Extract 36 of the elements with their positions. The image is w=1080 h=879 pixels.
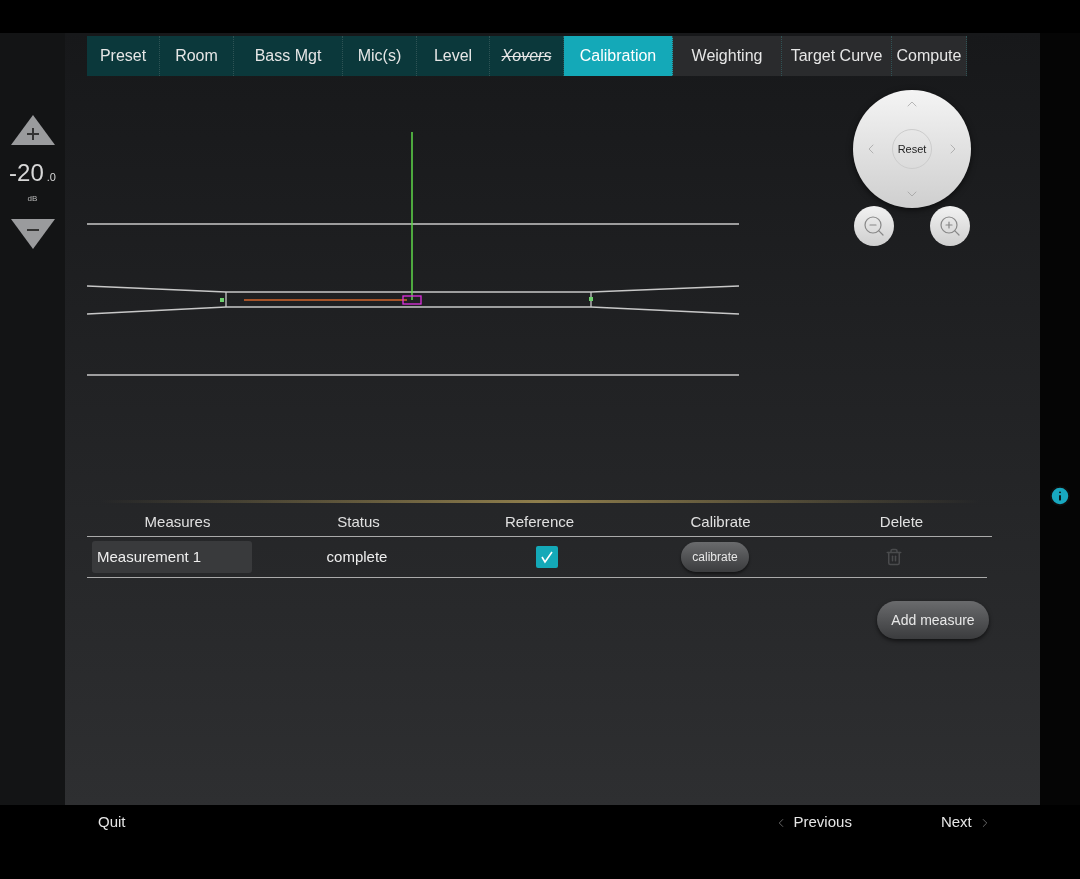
- measure-name-field[interactable]: Measurement 1: [92, 541, 252, 573]
- column-header: Delete: [878, 512, 925, 533]
- decrease-button[interactable]: [10, 219, 55, 251]
- zoom-out-icon: [862, 214, 886, 238]
- tab[interactable]: Level: [417, 36, 490, 76]
- tab[interactable]: Room: [160, 36, 234, 76]
- minus-triangle-icon: [10, 219, 55, 251]
- level-decimal: .0: [46, 169, 56, 185]
- zoom-in-button[interactable]: [930, 206, 970, 246]
- column-header: Reference: [503, 512, 576, 533]
- add-measure-button[interactable]: Add measure: [877, 601, 989, 639]
- tab[interactable]: Compute: [892, 36, 967, 76]
- delete-icon[interactable]: [885, 547, 903, 567]
- next-button[interactable]: Next: [940, 811, 992, 834]
- calibrate-button[interactable]: calibrate: [681, 542, 749, 572]
- tab[interactable]: Preset: [87, 36, 160, 76]
- info-icon[interactable]: [1049, 485, 1071, 507]
- quit-button[interactable]: Quit: [98, 811, 126, 834]
- tab[interactable]: Target Curve: [782, 36, 892, 76]
- column-header: Measures: [143, 512, 212, 533]
- tab[interactable]: Mic(s): [343, 36, 417, 76]
- tab[interactable]: Weighting: [673, 36, 782, 76]
- plus-triangle-icon: [10, 115, 55, 147]
- column-header: Status: [336, 512, 381, 533]
- check-icon: [540, 550, 554, 564]
- unit-label: dB: [27, 193, 38, 205]
- table-cell-text: complete: [325, 546, 389, 567]
- level-reading: -20: [9, 161, 44, 185]
- tab[interactable]: Bass Mgt: [234, 36, 343, 76]
- increase-button[interactable]: [10, 115, 55, 147]
- zoom-out-button[interactable]: [854, 206, 894, 246]
- previous-button[interactable]: Previous: [773, 811, 852, 834]
- column-header: Calibrate: [689, 512, 752, 533]
- reference-checkbox[interactable]: [536, 546, 558, 568]
- navigation-pad[interactable]: Reset: [853, 90, 971, 208]
- zoom-in-icon: [938, 214, 962, 238]
